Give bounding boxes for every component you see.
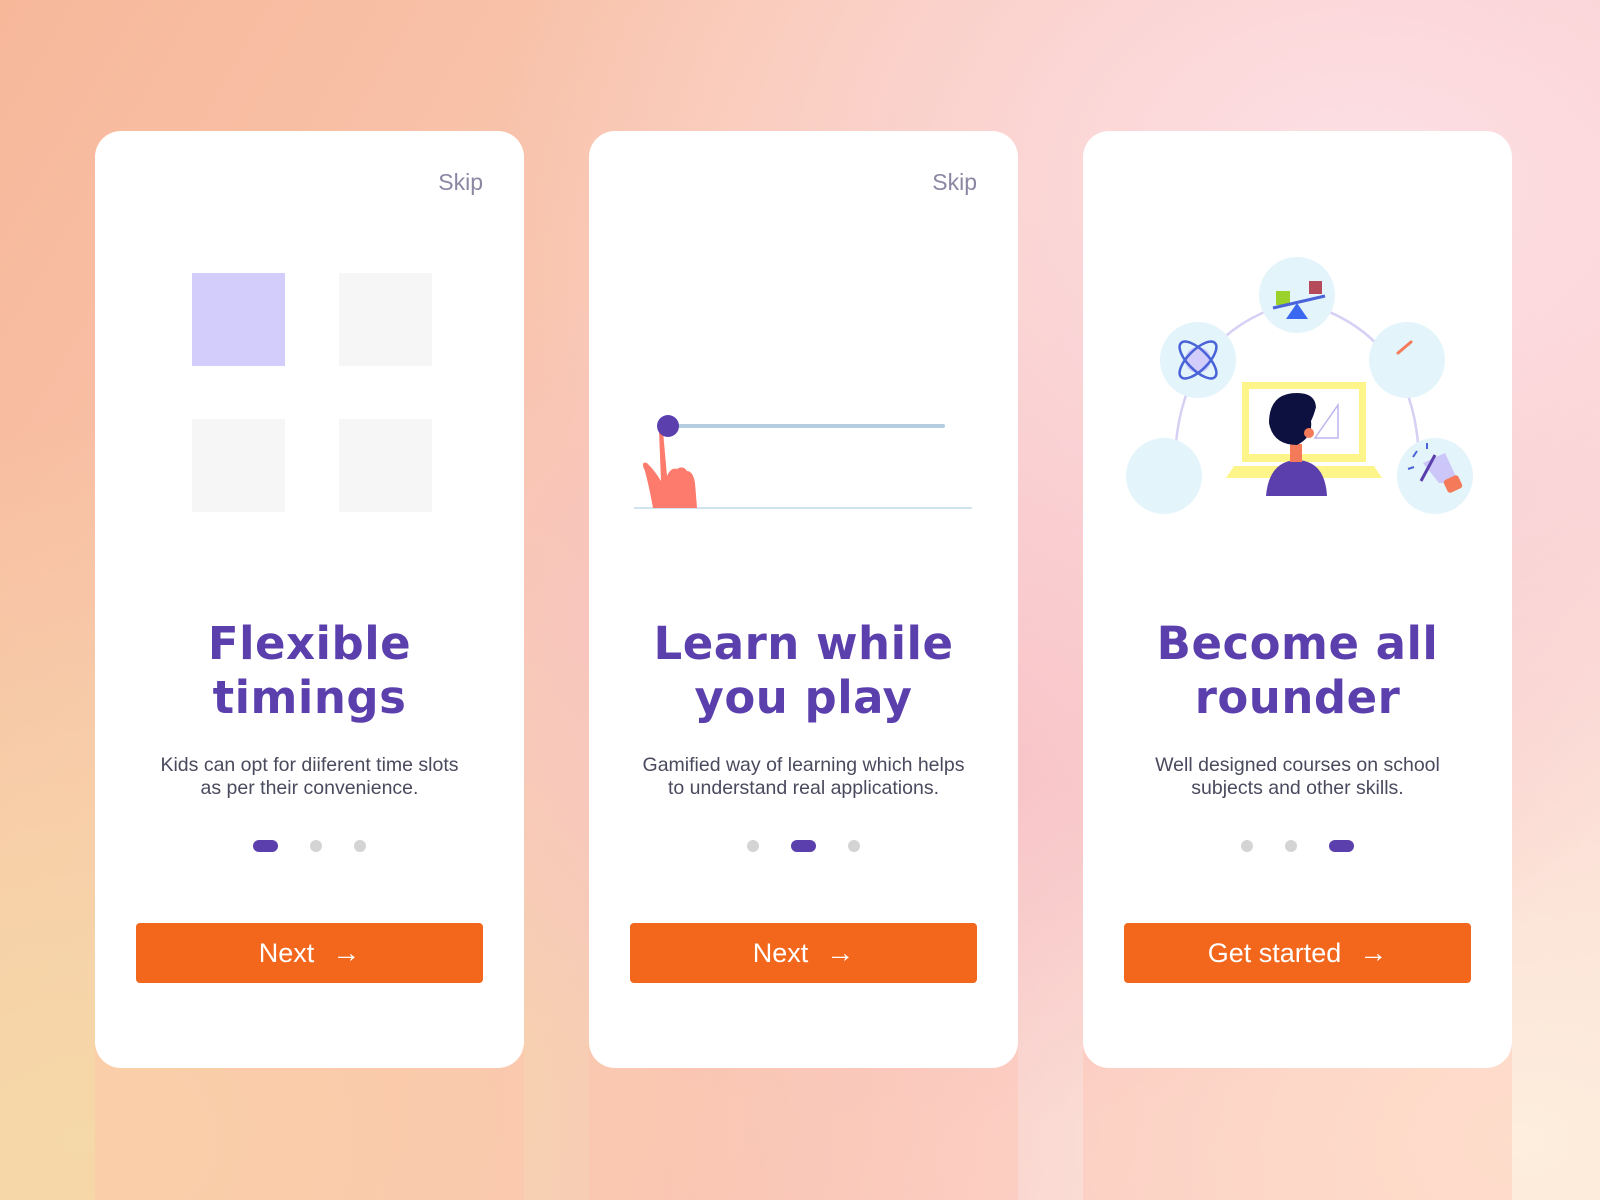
title-line: Become all: [1156, 617, 1439, 670]
arrow-right-icon: →: [826, 937, 855, 968]
title-line: Learn while: [653, 617, 954, 670]
page-dot-active[interactable]: [1329, 840, 1354, 852]
page-indicator: [589, 840, 1018, 852]
page-dot[interactable]: [747, 840, 759, 852]
next-button[interactable]: Next →: [630, 923, 977, 983]
button-label: Next: [752, 937, 809, 968]
description-line: subjects and other skills.: [1191, 777, 1404, 799]
next-button[interactable]: Next →: [136, 923, 483, 983]
time-slot-selected: [192, 273, 285, 366]
page-indicator: [95, 840, 524, 852]
description-line: Kids can opt for diiferent time slots: [160, 754, 459, 776]
title-line: rounder: [1194, 671, 1401, 724]
card-description: Gamified way of learning which helps to …: [609, 754, 998, 800]
onboarding-card-learn-while-play: Skip Learn while you play Gamified way o…: [589, 131, 1018, 1068]
description-line: Gamified way of learning which helps: [642, 754, 965, 776]
card-description: Kids can opt for diiferent time slots as…: [115, 754, 504, 800]
subject-bubble-empty: [1126, 438, 1202, 514]
finger-slider-illustration: [634, 415, 972, 509]
description-line: Well designed courses on school: [1155, 754, 1440, 776]
time-slot: [339, 419, 432, 512]
title-line: you play: [694, 671, 913, 724]
card-title: Flexible timings: [95, 617, 524, 725]
card-description: Well designed courses on school subjects…: [1103, 754, 1492, 800]
time-slot-grid-illustration: [192, 273, 432, 512]
time-slot: [339, 273, 432, 366]
page-dot[interactable]: [354, 840, 366, 852]
button-label: Next: [258, 937, 315, 968]
page-dot[interactable]: [310, 840, 322, 852]
description-line: to understand real applications.: [667, 777, 939, 799]
onboarding-card-flexible-timings: Skip Flexible timings Kids can opt for d…: [95, 131, 524, 1068]
page-dot-active[interactable]: [791, 840, 816, 852]
title-line: Flexible: [207, 617, 412, 670]
student-subjects-illustration: [1126, 257, 1473, 514]
slider-knob: [657, 415, 679, 437]
time-slot: [192, 419, 285, 512]
arrow-right-icon: →: [332, 937, 361, 968]
page-indicator: [1083, 840, 1512, 852]
page-dot-active[interactable]: [253, 840, 278, 852]
get-started-button[interactable]: Get started →: [1124, 923, 1471, 983]
subject-bubble-art: [1369, 322, 1445, 398]
page-dot[interactable]: [848, 840, 860, 852]
onboarding-card-all-rounder: Become all rounder Well designed courses…: [1083, 131, 1512, 1068]
page-dot[interactable]: [1285, 840, 1297, 852]
card-title: Learn while you play: [589, 617, 1018, 725]
pointing-hand-icon: [642, 431, 697, 508]
button-label: Get started: [1207, 937, 1342, 968]
page-dot[interactable]: [1241, 840, 1253, 852]
title-line: timings: [212, 671, 407, 724]
card-title: Become all rounder: [1083, 617, 1512, 725]
arrow-right-icon: →: [1359, 937, 1388, 968]
description-line: as per their convenience.: [200, 777, 419, 799]
